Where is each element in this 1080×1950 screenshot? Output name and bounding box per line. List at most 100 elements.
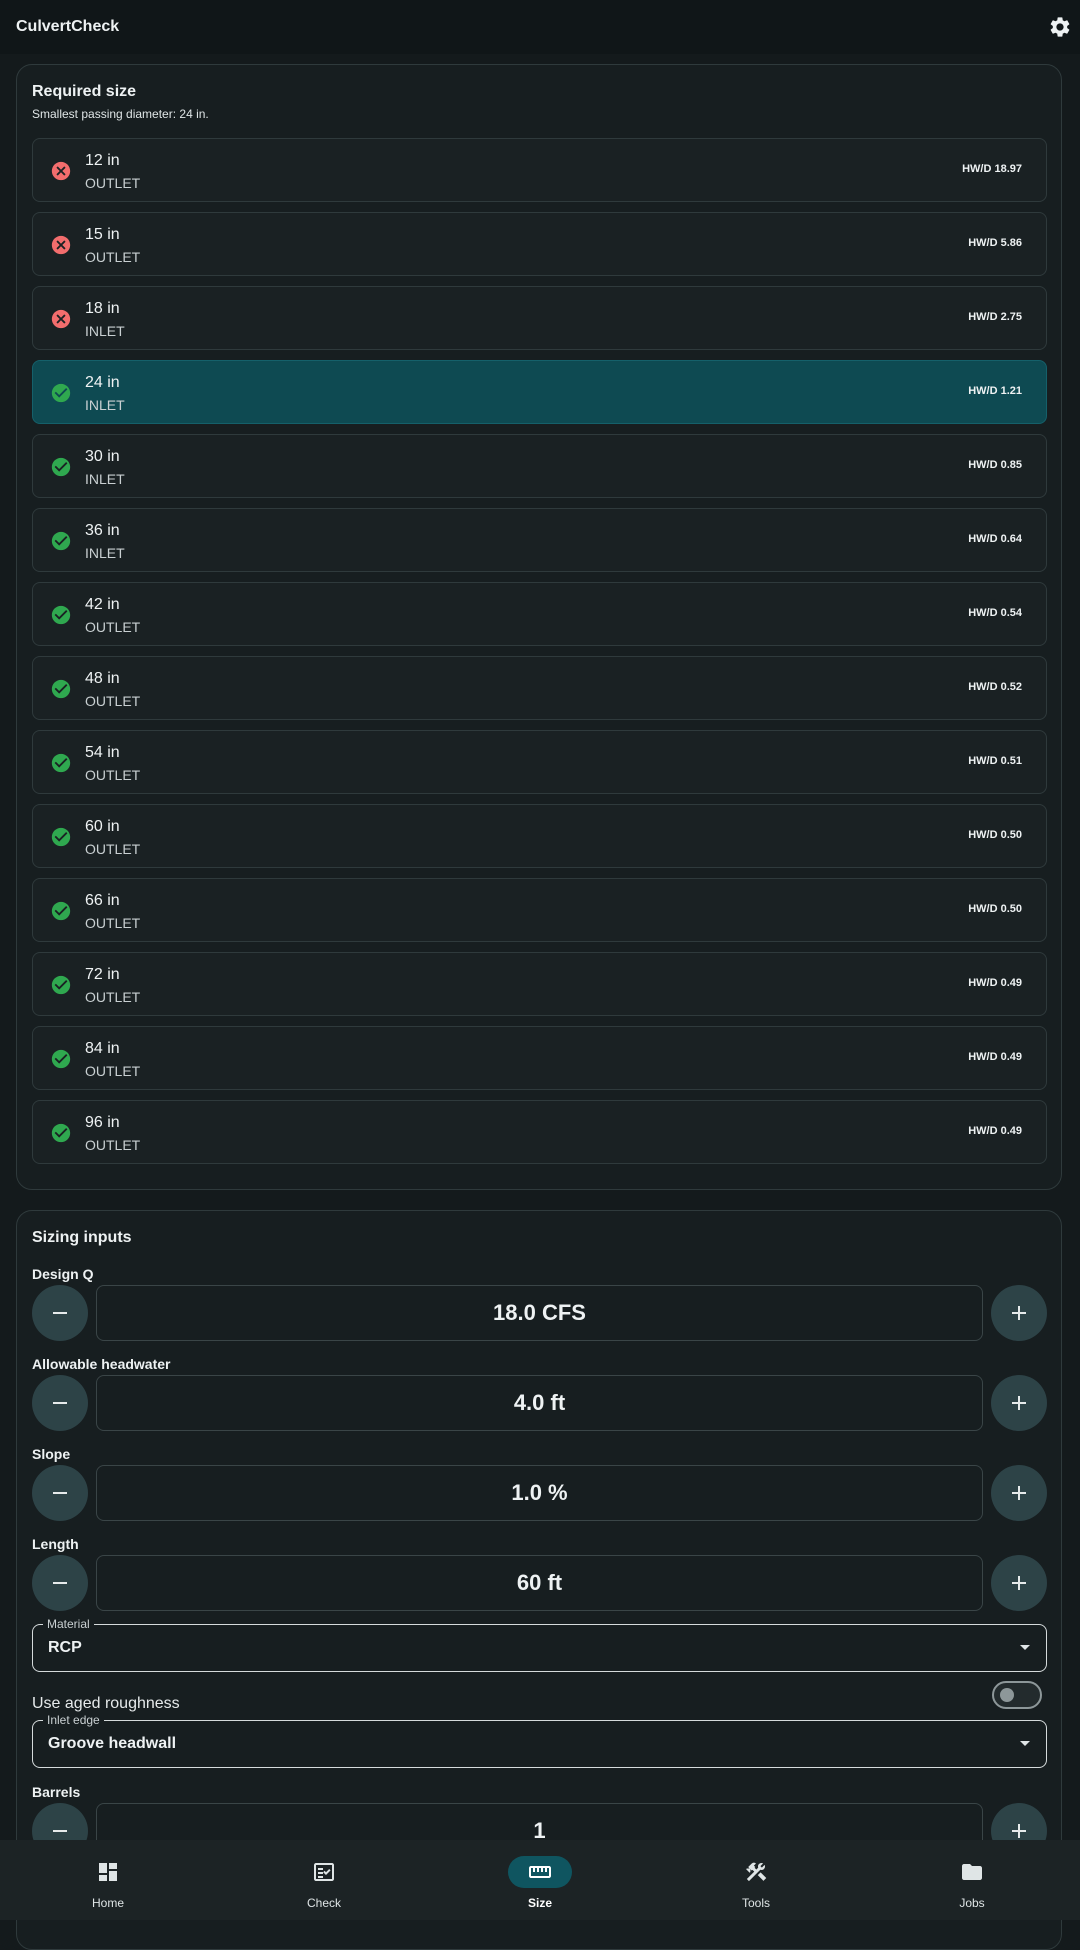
dropdown-arrow-icon: [1020, 1741, 1030, 1746]
size-row-hwd: HW/D 0.49: [968, 1125, 1022, 1137]
dashboard-icon: [99, 1863, 117, 1881]
size-row-control: OUTLET: [85, 1137, 141, 1153]
size-row-control: INLET: [85, 397, 125, 413]
nav-item-check[interactable]: Check: [216, 1840, 432, 1920]
size-row-diameter: 15 in: [85, 226, 120, 243]
slope-increment-button[interactable]: [991, 1465, 1047, 1521]
size-row-diameter: 54 in: [85, 744, 120, 761]
required-size-card: Required size Smallest passing diameter:…: [16, 64, 1062, 1190]
material-label: Material: [43, 1617, 94, 1631]
size-row-diameter: 84 in: [85, 1040, 120, 1057]
size-row-control: INLET: [85, 323, 125, 339]
headwater-decrement-button[interactable]: [32, 1375, 88, 1431]
size-row[interactable]: 66 in OUTLET HW/D 0.50: [32, 878, 1047, 942]
size-row[interactable]: 48 in OUTLET HW/D 0.52: [32, 656, 1047, 720]
barrels-label: Barrels: [32, 1784, 81, 1800]
check-circle-icon: [51, 679, 71, 699]
size-row-hwd: HW/D 0.49: [968, 977, 1022, 989]
size-row[interactable]: 72 in OUTLET HW/D 0.49: [32, 952, 1047, 1016]
length-decrement-button[interactable]: [32, 1555, 88, 1611]
length-increment-button[interactable]: [991, 1555, 1047, 1611]
size-row-hwd: HW/D 0.51: [968, 755, 1022, 767]
size-row-diameter: 12 in: [85, 152, 120, 169]
size-row-control: OUTLET: [85, 915, 141, 931]
slope-value[interactable]: 1.0 %: [96, 1465, 983, 1521]
size-row-diameter: 24 in: [85, 374, 120, 391]
length-value[interactable]: 60 ft: [96, 1555, 983, 1611]
size-row[interactable]: 42 in OUTLET HW/D 0.54: [32, 582, 1047, 646]
check-circle-icon: [51, 457, 71, 477]
design-q-label: Design Q: [32, 1266, 94, 1282]
size-row-hwd: HW/D 0.50: [968, 903, 1022, 915]
nav-item-tools[interactable]: Tools: [648, 1840, 864, 1920]
dropdown-arrow-icon: [1020, 1645, 1030, 1650]
nav-item-jobs[interactable]: Jobs: [864, 1840, 1080, 1920]
nav-label: Size: [527, 1896, 552, 1910]
size-row-control: OUTLET: [85, 175, 141, 191]
fact-check-icon: [314, 1863, 334, 1881]
settings-gear-icon[interactable]: [1048, 15, 1072, 39]
headwater-label: Allowable headwater: [32, 1356, 171, 1372]
size-row-diameter: 42 in: [85, 596, 120, 613]
size-row-hwd: HW/D 18.97: [962, 163, 1022, 175]
size-row[interactable]: 24 in INLET HW/D 1.21: [32, 360, 1047, 424]
check-circle-icon: [51, 1123, 71, 1143]
slope-decrement-button[interactable]: [32, 1465, 88, 1521]
size-row-hwd: HW/D 5.86: [968, 237, 1022, 249]
material-select[interactable]: Material RCP: [32, 1617, 1047, 1672]
size-row-diameter: 96 in: [85, 1114, 120, 1131]
size-row[interactable]: 96 in OUTLET HW/D 0.49: [32, 1100, 1047, 1164]
error-x-circle-icon: [51, 235, 71, 255]
minus-icon: [53, 1312, 67, 1314]
check-circle-icon: [51, 753, 71, 773]
size-row-hwd: HW/D 0.49: [968, 1051, 1022, 1063]
material-value: RCP: [48, 1639, 82, 1656]
design-q-value[interactable]: 18.0 CFS: [96, 1285, 983, 1341]
size-row[interactable]: 12 in OUTLET HW/D 18.97: [32, 138, 1047, 202]
size-row-diameter: 48 in: [85, 670, 120, 687]
slope-label: Slope: [32, 1446, 71, 1462]
inlet-edge-select[interactable]: Inlet edge Groove headwall: [32, 1713, 1047, 1768]
folder-icon: [962, 1864, 982, 1880]
nav-item-size[interactable]: Size: [432, 1840, 648, 1920]
size-row-control: OUTLET: [85, 619, 141, 635]
minus-icon: [53, 1402, 67, 1404]
size-row-control: INLET: [85, 471, 125, 487]
size-row[interactable]: 54 in OUTLET HW/D 0.51: [32, 730, 1047, 794]
error-x-circle-icon: [51, 161, 71, 181]
size-row-control: OUTLET: [85, 1063, 141, 1079]
required-size-subtitle: Smallest passing diameter: 24 in.: [32, 107, 209, 121]
design-q-decrement-button[interactable]: [32, 1285, 88, 1341]
headwater-value[interactable]: 4.0 ft: [96, 1375, 983, 1431]
size-row[interactable]: 60 in OUTLET HW/D 0.50: [32, 804, 1047, 868]
size-row-hwd: HW/D 0.50: [968, 829, 1022, 841]
headwater-increment-button[interactable]: [991, 1375, 1047, 1431]
sizing-inputs-card: Sizing inputs Design Q 18.0 CFS Allowabl…: [16, 1210, 1062, 1950]
check-circle-icon: [51, 827, 71, 847]
toggle-knob: [1000, 1688, 1014, 1702]
ruler-icon: [529, 1866, 551, 1878]
error-x-circle-icon: [51, 309, 71, 329]
size-row[interactable]: 84 in OUTLET HW/D 0.49: [32, 1026, 1047, 1090]
design-q-increment-button[interactable]: [991, 1285, 1047, 1341]
size-row[interactable]: 36 in INLET HW/D 0.64: [32, 508, 1047, 572]
aged-roughness-label: Use aged roughness: [32, 1695, 180, 1712]
inlet-edge-label: Inlet edge: [43, 1713, 104, 1727]
check-circle-icon: [51, 901, 71, 921]
check-circle-icon: [51, 531, 71, 551]
size-row-diameter: 36 in: [85, 522, 120, 539]
size-row[interactable]: 15 in OUTLET HW/D 5.86: [32, 212, 1047, 276]
check-circle-icon: [51, 383, 71, 403]
nav-label: Check: [306, 1896, 341, 1910]
inlet-edge-value: Groove headwall: [48, 1735, 177, 1752]
size-row[interactable]: 30 in INLET HW/D 0.85: [32, 434, 1047, 498]
required-size-title: Required size: [32, 83, 137, 100]
aged-roughness-toggle[interactable]: [992, 1681, 1042, 1709]
size-row-hwd: HW/D 0.52: [968, 681, 1022, 693]
size-row-hwd: HW/D 0.85: [968, 459, 1022, 471]
size-row-control: INLET: [85, 545, 125, 561]
nav-item-home[interactable]: Home: [0, 1840, 216, 1920]
check-circle-icon: [51, 975, 71, 995]
size-row[interactable]: 18 in INLET HW/D 2.75: [32, 286, 1047, 350]
plus-icon: [1012, 1396, 1026, 1410]
